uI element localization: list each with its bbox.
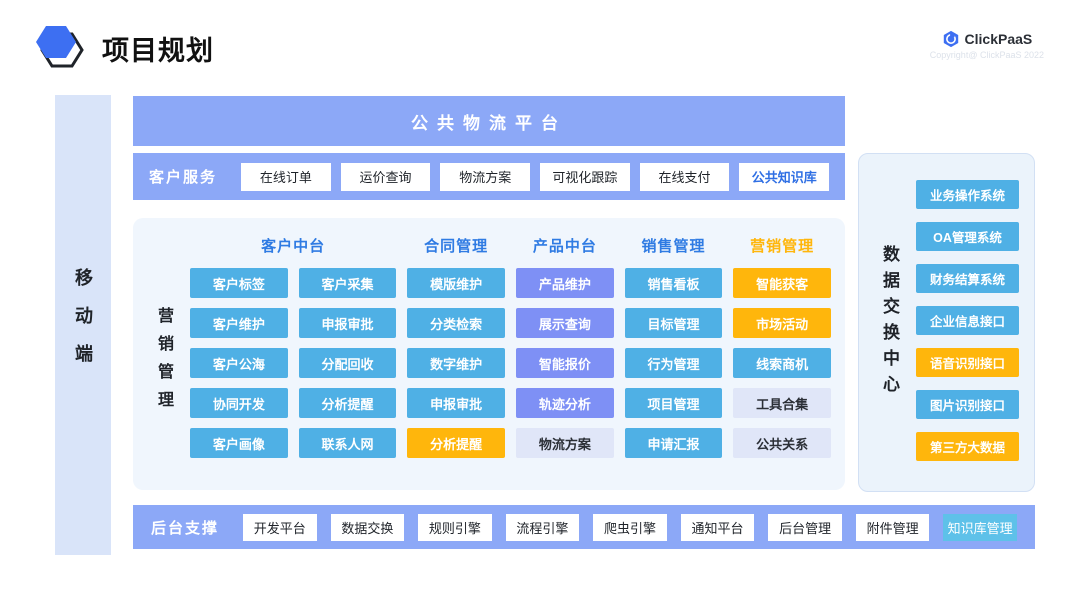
bb-button-data-exchange[interactable]: 数据交换 [331, 514, 405, 541]
mobile-side-label: 移动端 [70, 268, 96, 382]
bb-button-process-engine[interactable]: 流程引擎 [506, 514, 580, 541]
matrix-cell-customer-tags[interactable]: 客户标签 [190, 268, 288, 298]
matrix-cell-display-query[interactable]: 展示查询 [516, 308, 614, 338]
matrix-cell-target-management[interactable]: 目标管理 [625, 308, 723, 338]
matrix-cell-customer-pool[interactable]: 客户公海 [190, 348, 288, 378]
hexagon-logo-icon [32, 20, 86, 76]
dx-button-enterprise-info-interface[interactable]: 企业信息接口 [916, 306, 1019, 335]
matrix-cell-digital-maintenance[interactable]: 数字维护 [407, 348, 505, 378]
cs-button-public-knowledge-base[interactable]: 公共知识库 [739, 163, 829, 191]
column-header-marketing-management: 营销管理 [733, 232, 831, 258]
bb-button-attachment-management[interactable]: 附件管理 [856, 514, 930, 541]
marketing-management-panel: 客户中台 合同管理 产品中台 销售管理 营销管理 营销管理 客户标签 客户采集 … [133, 218, 845, 490]
cs-button-online-order[interactable]: 在线订单 [241, 163, 331, 191]
cs-button-visual-tracking[interactable]: 可视化跟踪 [540, 163, 630, 191]
brand-copyright: Copyright@ ClickPaaS 2022 [930, 50, 1044, 60]
mobile-side-panel: 移动端 [55, 95, 111, 555]
matrix-cell-logistics-plan[interactable]: 物流方案 [516, 428, 614, 458]
dx-button-oa-management-system[interactable]: OA管理系统 [916, 222, 1019, 251]
bb-button-backend-management[interactable]: 后台管理 [768, 514, 842, 541]
matrix-cell-analysis-reminder-2[interactable]: 分析提醒 [407, 428, 505, 458]
matrix-cell-contact-network[interactable]: 联系人网 [299, 428, 397, 458]
matrix-cell-trajectory-analysis[interactable]: 轨迹分析 [516, 388, 614, 418]
matrix-cell-analysis-reminder-1[interactable]: 分析提醒 [299, 388, 397, 418]
matrix-cell-project-management[interactable]: 项目管理 [625, 388, 723, 418]
matrix-cell-sales-board[interactable]: 销售看板 [625, 268, 723, 298]
matrix-row-label: 营销管理 [147, 268, 179, 458]
public-logistics-platform-banner: 公共物流平台 [133, 96, 845, 146]
brand-block: ClickPaaS Copyright@ ClickPaaS 2022 [930, 30, 1044, 60]
column-header-product-platform: 产品中台 [516, 232, 614, 258]
bb-button-knowledge-base-management[interactable]: 知识库管理 [943, 514, 1017, 541]
bb-button-rule-engine[interactable]: 规则引擎 [418, 514, 492, 541]
spacer [147, 232, 179, 258]
matrix-cell-declare-approval-2[interactable]: 申报审批 [407, 388, 505, 418]
matrix-cell-template-maintenance[interactable]: 模版维护 [407, 268, 505, 298]
page-header: 项目规划 [32, 20, 214, 76]
column-header-contract-management: 合同管理 [407, 232, 505, 258]
column-header-sales-management: 销售管理 [625, 232, 723, 258]
page-title: 项目规划 [102, 29, 214, 68]
data-exchange-label-wrap: 数据交换中心 [877, 154, 902, 491]
matrix-cell-market-activity[interactable]: 市场活动 [733, 308, 831, 338]
cs-button-online-payment[interactable]: 在线支付 [640, 163, 730, 191]
dx-button-financial-settlement-system[interactable]: 财务结算系统 [916, 264, 1019, 293]
matrix-cell-smart-quotation[interactable]: 智能报价 [516, 348, 614, 378]
dx-button-image-recognition-interface[interactable]: 图片识别接口 [916, 390, 1019, 419]
backend-support-label: 后台支撑 [151, 517, 219, 538]
matrix-cell-behavior-management[interactable]: 行为管理 [625, 348, 723, 378]
customer-service-bar: 客户服务 在线订单 运价查询 物流方案 可视化跟踪 在线支付 公共知识库 [133, 153, 845, 200]
matrix-cell-collaborative-dev[interactable]: 协同开发 [190, 388, 288, 418]
bb-button-crawler-engine[interactable]: 爬虫引擎 [593, 514, 667, 541]
brand-name: ClickPaaS [965, 31, 1033, 47]
cs-button-freight-query[interactable]: 运价查询 [341, 163, 431, 191]
dx-button-speech-recognition-interface[interactable]: 语音识别接口 [916, 348, 1019, 377]
column-header-customer-platform: 客户中台 [190, 232, 396, 258]
matrix-cell-product-maintenance[interactable]: 产品维护 [516, 268, 614, 298]
bb-button-notification-platform[interactable]: 通知平台 [681, 514, 755, 541]
clickpaas-logo-icon [942, 30, 960, 48]
data-exchange-center-panel: 数据交换中心 业务操作系统 OA管理系统 财务结算系统 企业信息接口 语音识别接… [858, 153, 1035, 492]
matrix-cell-customer-collection[interactable]: 客户采集 [299, 268, 397, 298]
matrix-cell-smart-acquisition[interactable]: 智能获客 [733, 268, 831, 298]
dx-button-third-party-big-data[interactable]: 第三方大数据 [916, 432, 1019, 461]
bb-button-dev-platform[interactable]: 开发平台 [243, 514, 317, 541]
matrix-cell-application-report[interactable]: 申请汇报 [625, 428, 723, 458]
matrix-cell-declare-approval-1[interactable]: 申报审批 [299, 308, 397, 338]
matrix-cell-customer-portrait[interactable]: 客户画像 [190, 428, 288, 458]
matrix-cell-lead-opportunity[interactable]: 线索商机 [733, 348, 831, 378]
customer-service-label: 客户服务 [149, 166, 217, 187]
cs-button-logistics-plan[interactable]: 物流方案 [440, 163, 530, 191]
marketing-management-vertical-label: 营销管理 [151, 307, 175, 419]
matrix-cell-allocation-recycle[interactable]: 分配回收 [299, 348, 397, 378]
dx-button-business-operation-system[interactable]: 业务操作系统 [916, 180, 1019, 209]
data-exchange-vertical-label: 数据交换中心 [877, 245, 902, 401]
matrix-cell-tool-collection[interactable]: 工具合集 [733, 388, 831, 418]
matrix-cell-public-relations[interactable]: 公共关系 [733, 428, 831, 458]
matrix-cell-category-search[interactable]: 分类检索 [407, 308, 505, 338]
matrix-cell-customer-maintenance[interactable]: 客户维护 [190, 308, 288, 338]
data-exchange-items: 业务操作系统 OA管理系统 财务结算系统 企业信息接口 语音识别接口 图片识别接… [916, 180, 1019, 461]
banner-label: 公共物流平台 [411, 109, 567, 134]
backend-support-bar: 后台支撑 开发平台 数据交换 规则引擎 流程引擎 爬虫引擎 通知平台 后台管理 … [133, 505, 1035, 549]
